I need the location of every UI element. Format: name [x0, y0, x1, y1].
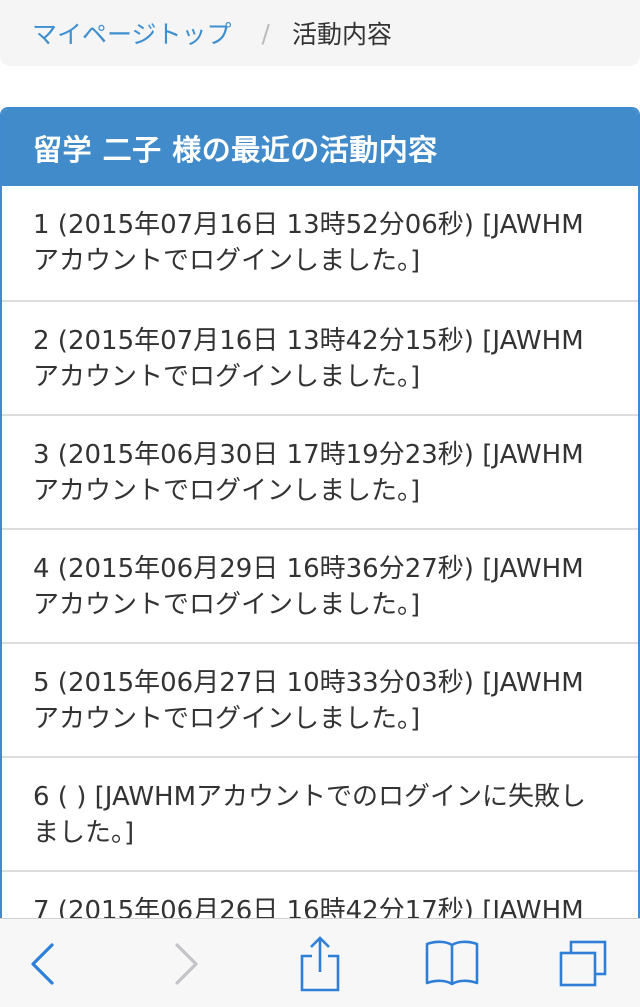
list-item: 5 (2015年06月27日 10時33分03秒) [JAWHMアカウントでログ… [2, 642, 638, 756]
activity-panel: 留学 二子 様の最近の活動内容 1 (2015年07月16日 13時52分06秒… [0, 107, 640, 1007]
chevron-left-icon [31, 942, 54, 985]
list-item: 4 (2015年06月29日 16時36分27秒) [JAWHMアカウントでログ… [2, 528, 638, 642]
share-button[interactable] [280, 919, 360, 1007]
panel-title: 留学 二子 様の最近の活動内容 [2, 109, 638, 186]
book-icon [425, 940, 479, 985]
list-item: 3 (2015年06月30日 17時19分23秒) [JAWHMアカウントでログ… [2, 414, 638, 528]
page: マイページトップ / 活動内容 留学 二子 様の最近の活動内容 1 (2015年… [0, 0, 640, 1007]
browser-toolbar [0, 918, 640, 1007]
breadcrumb-separator: / [261, 18, 270, 48]
breadcrumb-current: 活動内容 [291, 20, 392, 49]
share-icon [300, 935, 340, 991]
bookmarks-button[interactable] [412, 919, 492, 1007]
chevron-right-icon [175, 942, 198, 985]
breadcrumb: マイページトップ / 活動内容 [0, 0, 640, 66]
tabs-button[interactable] [543, 919, 623, 1007]
list-item: 2 (2015年07月16日 13時42分15秒) [JAWHMアカウントでログ… [2, 300, 638, 414]
forward-button[interactable] [146, 919, 226, 1007]
back-button[interactable] [3, 919, 83, 1007]
list-item: 6 ( ) [JAWHMアカウントでのログインに失敗しました。] [2, 756, 638, 870]
tabs-icon [559, 940, 607, 986]
breadcrumb-home-link[interactable]: マイページトップ [32, 15, 232, 51]
activity-list: 1 (2015年07月16日 13時52分06秒) [JAWHMアカウントでログ… [2, 186, 638, 984]
list-item: 1 (2015年07月16日 13時52分06秒) [JAWHMアカウントでログ… [33, 210, 584, 276]
